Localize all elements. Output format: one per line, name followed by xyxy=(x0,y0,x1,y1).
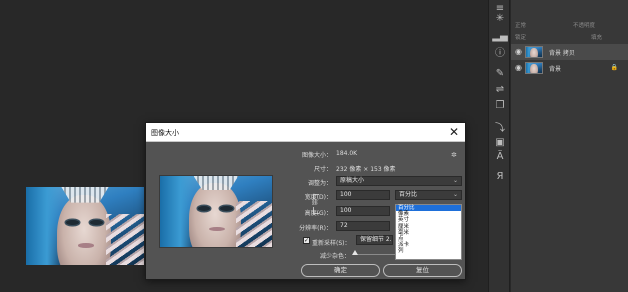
paragraph-icon[interactable]: Я xyxy=(492,170,508,184)
layer-name[interactable]: 背景 拷贝 xyxy=(549,48,575,57)
layer-name[interactable]: 背景 xyxy=(549,64,561,73)
brush-icon[interactable]: ✎ xyxy=(492,67,508,81)
lock-row: 锁定 填充 xyxy=(511,30,628,43)
histogram-icon[interactable]: ▂▄ xyxy=(492,30,508,44)
adjust-icon[interactable]: ✳ xyxy=(492,12,508,26)
lock-icon: 🔒 xyxy=(610,64,618,71)
reduce-noise-label: 减少杂色： xyxy=(319,253,350,260)
height-input[interactable]: 100 xyxy=(336,206,390,216)
hand-shape xyxy=(106,214,144,265)
portrait-image xyxy=(160,176,272,247)
image-size-label: 图像大小： xyxy=(301,152,332,159)
portrait-image xyxy=(26,187,144,265)
resample-select[interactable]: 保留细节 2. xyxy=(356,235,393,245)
character-icon[interactable]: Ä xyxy=(492,150,508,164)
layer-item-background[interactable]: ◉ 背景 🔒 xyxy=(511,60,628,76)
clone-icon[interactable]: ▣ xyxy=(492,136,508,150)
lock-label: 锁定 xyxy=(515,35,527,41)
opacity-label[interactable]: 不透明度 xyxy=(573,21,595,29)
chevron-down-icon: ⌄ xyxy=(452,191,458,198)
sliders-icon[interactable]: ⇌ xyxy=(492,83,508,97)
height-label: 高度(G)： xyxy=(304,210,332,217)
ok-button[interactable]: 确定 xyxy=(301,264,380,277)
layers-icon[interactable]: ❐ xyxy=(492,99,508,113)
image-preview[interactable] xyxy=(159,175,273,248)
resample-value: 保留细节 2. xyxy=(360,236,392,243)
dialog-titlebar[interactable]: 图像大小 ✕ xyxy=(146,123,465,142)
info-icon[interactable]: ⓘ xyxy=(492,47,508,61)
width-input[interactable]: 100 xyxy=(336,190,390,200)
unit-dropdown-list[interactable]: 百分比 像素 英寸 厘米 毫米点派卡列 xyxy=(395,204,462,260)
width-unit-select[interactable]: 百分比 ⌄ xyxy=(395,190,462,200)
blend-mode-label[interactable]: 正常 xyxy=(515,21,526,29)
eye-icon[interactable]: ◉ xyxy=(515,64,522,72)
close-icon[interactable]: ✕ xyxy=(449,125,459,139)
image-size-dialog: 图像大小 ✕ 图像大小： 184.0K ✲ 尺寸： 232 像素 × 153 像… xyxy=(145,122,466,280)
layer-item-background-copy[interactable]: ◉ 背景 拷贝 xyxy=(511,44,628,60)
fill-label[interactable]: 填充 xyxy=(591,33,602,41)
layer-thumbnail xyxy=(525,46,543,58)
dimensions-label: 尺寸： xyxy=(313,166,332,173)
canvas-image[interactable] xyxy=(26,187,144,265)
fit-to-label: 调整为： xyxy=(307,180,332,187)
hair-shape xyxy=(26,187,62,265)
eye-icon[interactable]: ◉ xyxy=(515,48,522,56)
resample-checkbox[interactable]: ✓ xyxy=(303,237,310,244)
resolution-input[interactable]: 72 xyxy=(336,221,390,231)
reset-button[interactable]: 复位 xyxy=(383,264,462,277)
chevron-down-icon: ⌄ xyxy=(452,177,458,184)
unit-option[interactable]: 列 xyxy=(396,248,461,254)
image-size-value: 184.0K xyxy=(336,150,358,157)
face-shape xyxy=(56,194,111,265)
dialog-title: 图像大小 xyxy=(151,129,179,137)
lips-shape xyxy=(77,243,95,248)
fit-to-select[interactable]: 原稿大小 ⌄ xyxy=(336,176,462,186)
width-unit-value: 百分比 xyxy=(399,191,418,198)
gear-icon[interactable]: ✲ xyxy=(451,151,457,159)
layers-panel: 正常 不透明度 锁定 填充 ◉ 背景 拷贝 ◉ 背景 🔒 xyxy=(511,0,628,292)
resample-label[interactable]: 重新采样(S)： xyxy=(312,238,352,247)
fit-to-value: 原稿大小 xyxy=(340,177,365,184)
dimensions-value: 232 像素 × 153 像素 xyxy=(336,166,396,173)
resolution-label: 分辨率(R)： xyxy=(299,225,332,232)
panel-tool-strip: ≡ ✳ ▂▄ ⓘ ✎ ⇌ ❐ ⤵ ▣ Ä Я xyxy=(488,0,510,292)
layer-thumbnail xyxy=(525,62,543,74)
width-label: 宽度(D)： xyxy=(304,194,332,201)
right-eye-shape xyxy=(89,219,103,226)
paths-icon[interactable]: ⤵ xyxy=(492,122,508,136)
reduce-noise-slider-thumb[interactable] xyxy=(352,250,358,255)
